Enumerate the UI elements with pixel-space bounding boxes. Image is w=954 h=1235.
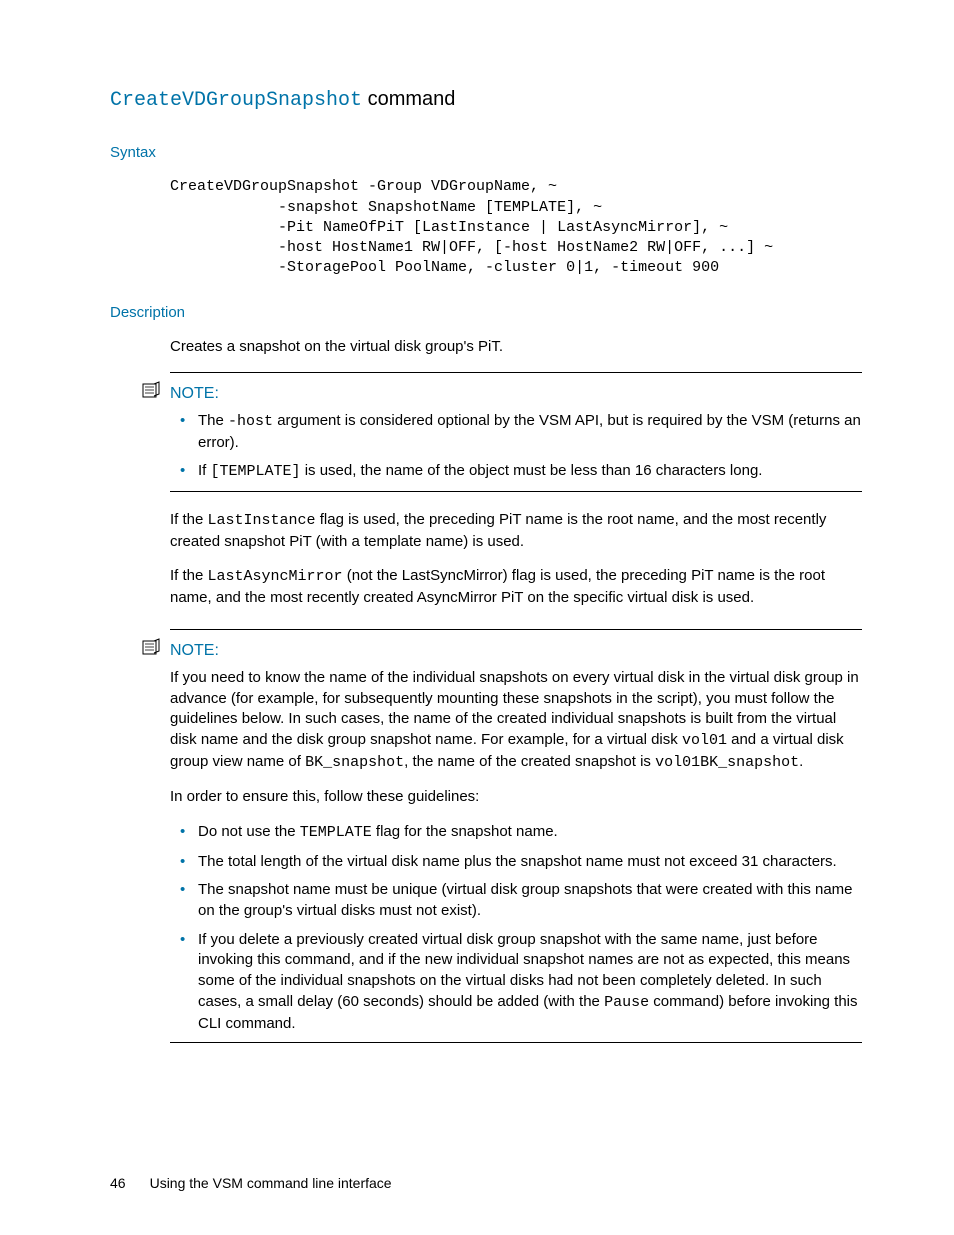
list-item: The -host argument is considered optiona… — [170, 411, 862, 453]
note-block-2: NOTE: If you need to know the name of th… — [170, 629, 862, 1043]
syntax-heading: Syntax — [110, 143, 862, 164]
page-title: CreateVDGroupSnapshot command — [110, 86, 862, 115]
list-item: If you delete a previously created virtu… — [170, 930, 862, 1034]
body-paragraph: If the LastInstance flag is used, the pr… — [170, 510, 862, 552]
guidelines-list: Do not use the TEMPLATE flag for the sna… — [170, 822, 862, 1034]
note-list: The -host argument is considered optiona… — [170, 411, 862, 483]
divider — [170, 1042, 862, 1043]
list-item: The total length of the virtual disk nam… — [170, 852, 862, 873]
page-footer: 46 Using the VSM command line interface — [110, 1174, 392, 1193]
note-icon — [142, 381, 160, 399]
syntax-codeblock: CreateVDGroupSnapshot -Group VDGroupName… — [170, 177, 862, 278]
note-block-1: NOTE: The -host argument is considered o… — [170, 372, 862, 492]
note-heading: NOTE: — [170, 383, 862, 405]
description-heading: Description — [110, 303, 862, 324]
title-suffix: command — [362, 88, 455, 110]
list-item: Do not use the TEMPLATE flag for the sna… — [170, 822, 862, 844]
divider — [170, 491, 862, 492]
note-icon — [142, 638, 160, 656]
body-paragraph: If the LastAsyncMirror (not the LastSync… — [170, 566, 862, 608]
title-command: CreateVDGroupSnapshot — [110, 89, 362, 112]
list-item: If [TEMPLATE] is used, the name of the o… — [170, 461, 862, 483]
note-heading: NOTE: — [170, 640, 862, 662]
divider — [170, 372, 862, 373]
list-item: The snapshot name must be unique (virtua… — [170, 880, 862, 921]
divider — [170, 629, 862, 630]
note-intro: If you need to know the name of the indi… — [170, 668, 862, 773]
description-body: Creates a snapshot on the virtual disk g… — [170, 337, 862, 358]
guidelines-lead: In order to ensure this, follow these gu… — [170, 787, 862, 808]
page-number: 46 — [110, 1175, 126, 1191]
chapter-title: Using the VSM command line interface — [150, 1175, 392, 1191]
